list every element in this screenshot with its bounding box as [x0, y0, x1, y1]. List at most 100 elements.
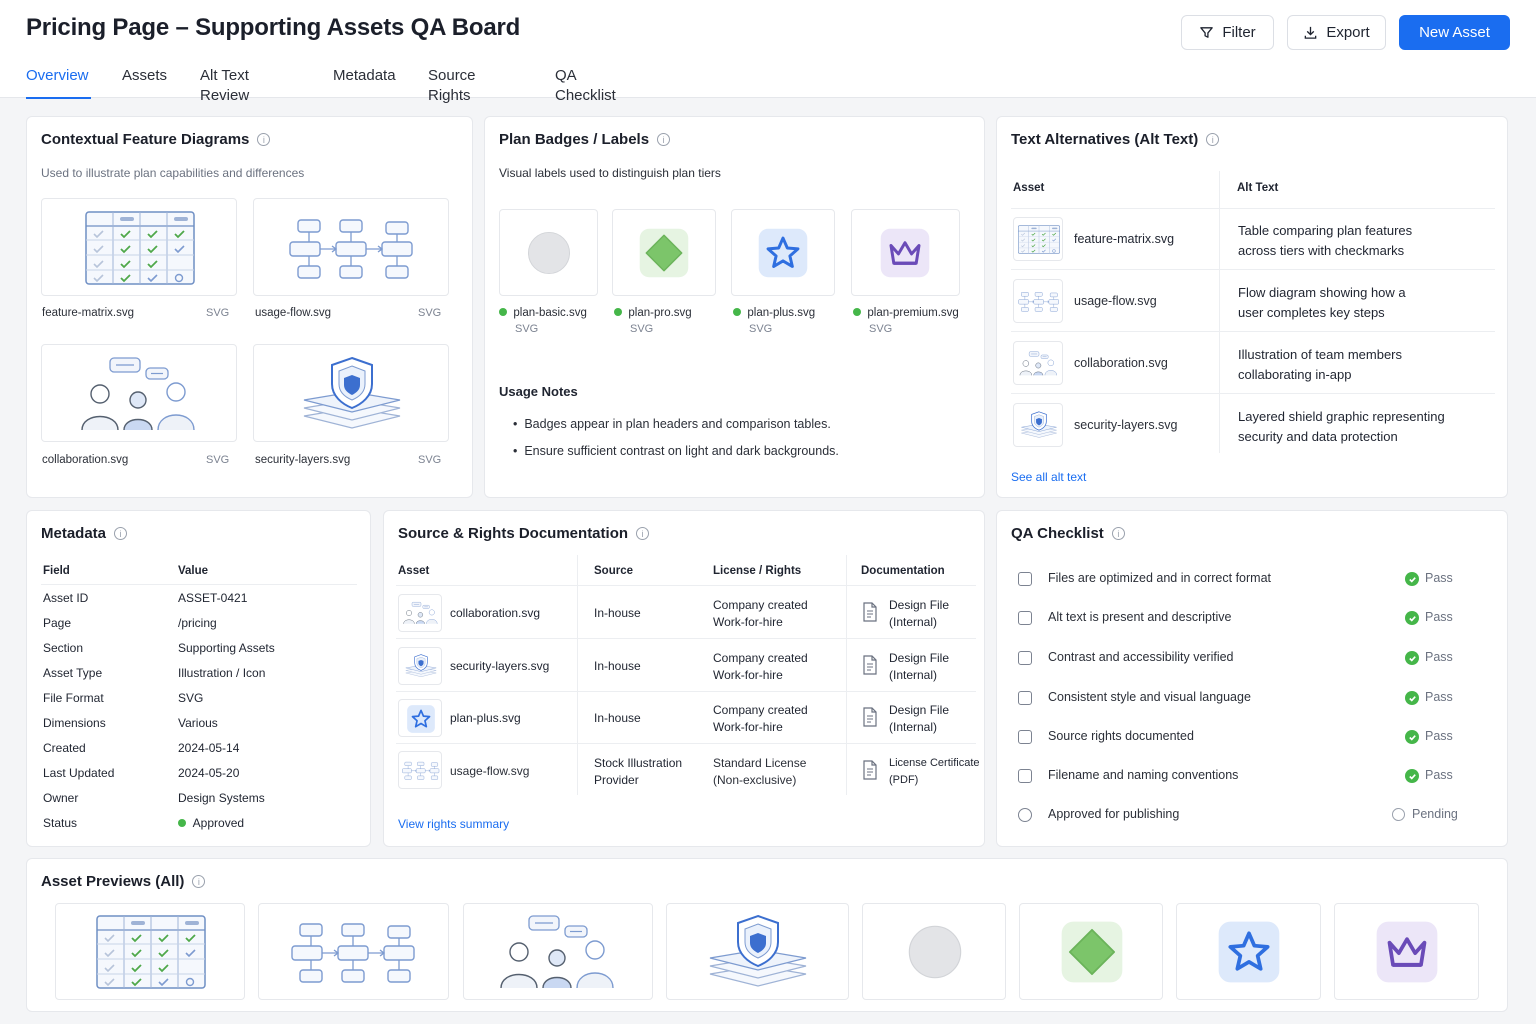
card-title: Source & Rights Documentation i — [398, 525, 650, 542]
source-rights-card: Source & Rights Documentation i Asset So… — [383, 510, 985, 847]
collaboration-thumbnail[interactable] — [398, 594, 442, 632]
file-type: SVG — [418, 454, 442, 466]
preview-security-layers[interactable] — [666, 903, 849, 1000]
pass-check-icon — [1405, 572, 1419, 586]
file-name: plan-basic.svg — [499, 307, 587, 319]
metadata-field: Owner — [43, 791, 79, 805]
alt-text-line: Flow diagram showing how a — [1238, 285, 1406, 300]
info-icon[interactable]: i — [257, 133, 271, 146]
preview-usage-flow[interactable] — [258, 903, 449, 1000]
file-name: feature-matrix.svg — [42, 307, 135, 319]
column-divider — [577, 555, 578, 795]
security-layers-thumbnail[interactable] — [398, 647, 442, 685]
file-name: collaboration.svg — [42, 454, 129, 466]
security-layers-thumbnail[interactable] — [1013, 403, 1063, 447]
pass-check-icon — [1405, 730, 1419, 744]
feature-matrix-illustration — [91, 912, 211, 992]
tab-source-rights[interactable]: Source Rights — [428, 66, 476, 104]
plan-plus-thumbnail[interactable] — [731, 209, 835, 296]
column-divider — [1219, 171, 1220, 453]
checklist-icon — [1018, 730, 1032, 744]
security-layers-thumbnail[interactable] — [253, 344, 449, 442]
file-name: plan-plus.svg — [733, 307, 815, 319]
qa-item-status: Pass — [1425, 650, 1453, 664]
tab-metadata[interactable]: Metadata — [333, 66, 396, 98]
qa-item-label: Filename and naming conventions — [1048, 768, 1239, 782]
tab-overview[interactable]: Overview — [26, 66, 91, 99]
usage-flow-thumbnail[interactable] — [1013, 279, 1063, 323]
info-icon[interactable]: i — [1206, 133, 1220, 146]
metadata-value: ASSET-0421 — [178, 591, 248, 605]
collaboration-illustration — [400, 600, 442, 626]
info-icon[interactable]: i — [114, 527, 128, 540]
usage-flow-thumbnail[interactable] — [398, 751, 442, 789]
document-icon — [862, 707, 878, 727]
plan-plus-thumbnail[interactable] — [398, 699, 442, 737]
column-divider — [846, 555, 847, 795]
documentation-link[interactable]: Design File (Internal) — [889, 702, 949, 736]
crown-badge-icon — [1372, 917, 1442, 987]
usage-flow-illustration — [1016, 287, 1062, 316]
info-icon[interactable]: i — [192, 875, 206, 888]
plan-pro-thumbnail[interactable] — [612, 209, 716, 296]
license-value: Company created Work-for-hire — [713, 702, 808, 736]
column-header-field: Field — [43, 565, 70, 577]
card-title: Asset Previews (All) i — [41, 873, 206, 890]
documentation-line: Design File — [889, 651, 950, 665]
see-all-alt-text-link[interactable]: See all alt text — [1011, 470, 1086, 484]
file-type: SVG — [630, 323, 654, 335]
export-button[interactable]: Export — [1287, 15, 1386, 50]
filter-button-label: Filter — [1222, 24, 1256, 41]
qa-item-label: Approved for publishing — [1048, 807, 1180, 821]
metadata-value: Supporting Assets — [178, 641, 275, 655]
info-icon[interactable]: i — [636, 527, 650, 540]
feature-matrix-thumbnail[interactable] — [41, 198, 237, 296]
plan-premium-thumbnail[interactable] — [851, 209, 960, 296]
documentation-link[interactable]: Design File (Internal) — [889, 597, 949, 631]
column-header-documentation: Documentation — [861, 565, 945, 577]
filter-button[interactable]: Filter — [1181, 15, 1274, 50]
preview-collaboration[interactable] — [463, 903, 653, 1000]
preview-plan-premium[interactable] — [1334, 903, 1479, 1000]
usage-flow-thumbnail[interactable] — [253, 198, 449, 296]
collaboration-thumbnail[interactable] — [1013, 341, 1063, 385]
collaboration-thumbnail[interactable] — [41, 344, 237, 442]
license-line: Work-for-hire — [713, 668, 783, 682]
usage-note-text: Badges appear in plan headers and compar… — [524, 417, 831, 431]
preview-feature-matrix[interactable] — [55, 903, 245, 1000]
documentation-line: (Internal) — [889, 720, 938, 734]
preview-plan-basic[interactable] — [862, 903, 1006, 1000]
checklist-icon — [1018, 611, 1032, 625]
alt-text-value: Flow diagram showing how a user completes… — [1238, 283, 1406, 323]
qa-item-label: Alt text is present and descriptive — [1048, 610, 1232, 624]
tab-qa-checklist[interactable]: QA Checklist — [555, 66, 616, 104]
feature-diagrams-card: Contextual Feature Diagrams i Used to il… — [26, 116, 473, 498]
row-divider — [1011, 208, 1495, 209]
new-asset-button[interactable]: New Asset — [1399, 15, 1510, 50]
qa-item-status: Pass — [1425, 768, 1453, 782]
row-divider — [1011, 269, 1495, 270]
checklist-icon — [1018, 572, 1032, 586]
plan-basic-thumbnail[interactable] — [499, 209, 598, 296]
license-line: Work-for-hire — [713, 720, 783, 734]
tab-alt-text-review[interactable]: Alt Text Review — [200, 66, 249, 104]
view-rights-summary-link[interactable]: View rights summary — [398, 817, 509, 831]
preview-plan-plus[interactable] — [1176, 903, 1321, 1000]
qa-item-status: Pending — [1412, 807, 1458, 821]
feature-matrix-thumbnail[interactable] — [1013, 217, 1063, 261]
card-subtitle: Used to illustrate plan capabilities and… — [41, 166, 305, 180]
new-asset-button-label: New Asset — [1419, 24, 1490, 41]
info-icon[interactable]: i — [657, 133, 671, 146]
feature-matrix-illustration — [1016, 224, 1062, 255]
metadata-field: Status — [43, 816, 78, 830]
info-icon[interactable]: i — [1111, 527, 1125, 540]
documentation-link[interactable]: License Certificate (PDF) — [889, 755, 980, 789]
metadata-value: SVG — [178, 691, 204, 705]
preview-plan-pro[interactable] — [1019, 903, 1163, 1000]
diamond-badge-icon — [636, 225, 692, 281]
documentation-link[interactable]: Design File (Internal) — [889, 650, 949, 684]
tab-assets[interactable]: Assets — [122, 66, 167, 98]
card-title: Plan Badges / Labels i — [499, 131, 671, 148]
source-value: In-house — [594, 711, 641, 725]
status-dot — [178, 819, 186, 827]
